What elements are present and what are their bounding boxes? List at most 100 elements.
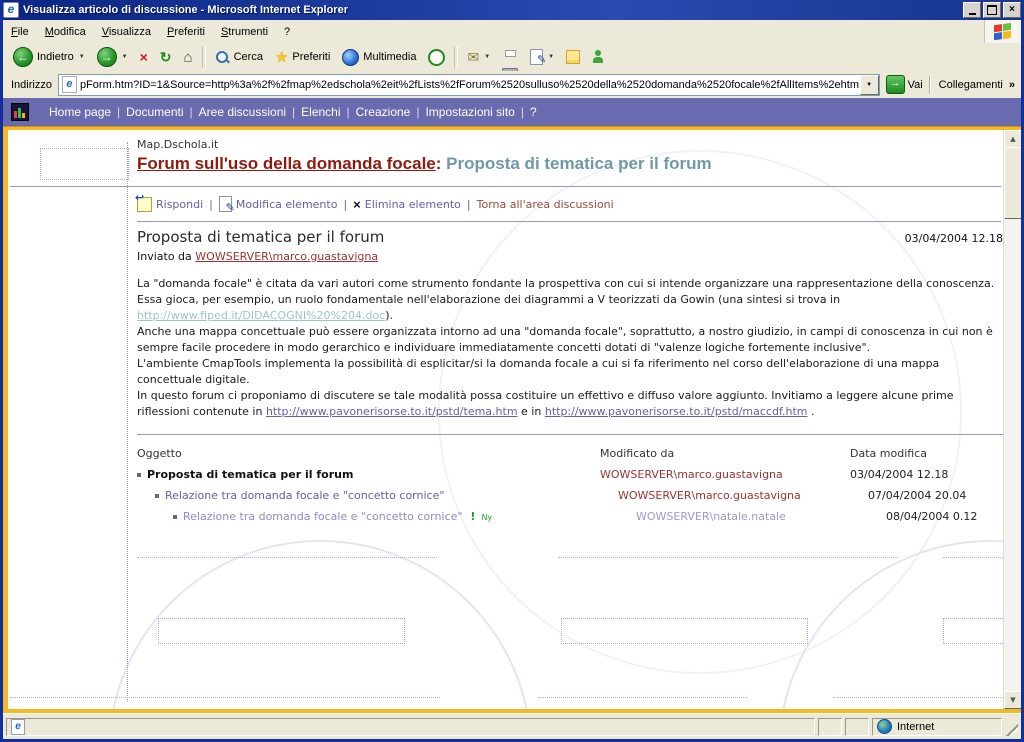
nav-creazione[interactable]: Creazione <box>350 105 417 119</box>
thread-author-link[interactable]: WOWSERVER\marco.guastavigna <box>618 485 868 506</box>
print-button[interactable] <box>496 48 524 66</box>
mail-button[interactable]: ✉ ▼ <box>461 48 496 66</box>
media-button[interactable]: Multimedia <box>336 47 422 68</box>
print-icon <box>502 50 518 64</box>
menu-help[interactable]: ? <box>276 23 298 41</box>
home-button[interactable]: ⌂ <box>178 48 199 67</box>
messenger-button[interactable] <box>586 48 610 66</box>
thread-author-link[interactable]: WOWSERVER\natale.natale <box>636 506 886 527</box>
nav-help[interactable]: ? <box>524 105 543 119</box>
table-header-row: Oggetto Modificato da Data modifica <box>137 443 1003 464</box>
minimize-button[interactable] <box>963 2 981 18</box>
document-icon: e <box>11 719 25 735</box>
thread-subject-link[interactable]: Relazione tra domanda focale e "concetto… <box>183 506 462 527</box>
nav-documenti[interactable]: Documenti <box>120 105 189 119</box>
windows-logo-throbber <box>984 20 1021 43</box>
nav-impostazioni-sito[interactable]: Impostazioni sito <box>419 105 520 119</box>
address-dropdown-button[interactable]: ▼ <box>860 75 879 95</box>
favorites-button[interactable]: ★ Preferiti <box>269 48 336 67</box>
bullet-icon <box>173 515 177 519</box>
menu-preferiti[interactable]: Preferiti <box>159 23 213 41</box>
reply-link[interactable]: ↩ Rispondi <box>137 197 203 212</box>
menu-file[interactable]: File <box>3 23 37 41</box>
history-icon <box>428 49 445 66</box>
address-label: Indirizzo <box>5 79 58 91</box>
favorites-star-icon: ★ <box>275 50 288 65</box>
thread-date: 03/04/2004 12.18 <box>850 464 1003 485</box>
table-row: Relazione tra domanda focale e "concetto… <box>137 485 1003 506</box>
nav-home-page[interactable]: Home page <box>43 105 117 119</box>
scrollbar-thumb[interactable] <box>1004 147 1021 219</box>
new-item-icon: ! <box>470 506 475 527</box>
edit-dropdown-icon[interactable]: ▼ <box>548 54 554 60</box>
body-text: . <box>808 405 815 418</box>
menu-strumenti[interactable]: Strumenti <box>213 23 276 41</box>
divider <box>10 186 1001 187</box>
stop-button[interactable]: × <box>134 48 154 66</box>
forum-title-link[interactable]: Forum sull'uso della domanda focale <box>137 154 436 173</box>
back-to-discussions-link[interactable]: Torna all'area discussioni <box>477 198 614 211</box>
discuss-icon <box>566 50 580 64</box>
maximize-button[interactable] <box>983 2 1001 18</box>
layout-guide-box <box>158 618 405 644</box>
menu-modifica[interactable]: Modifica <box>37 23 94 41</box>
address-bar: Indirizzo e pForm.htm?ID=1&Source=http%3… <box>3 71 1021 99</box>
post-author-link[interactable]: WOWSERVER\marco.guastavigna <box>195 250 378 263</box>
body-text: Anche una mappa concettuale può essere o… <box>137 325 993 354</box>
back-dropdown-icon[interactable]: ▼ <box>79 54 85 60</box>
pavonerisorse-maccdf-link[interactable]: http://www.pavonerisorse.to.it/pstd/macc… <box>545 405 808 418</box>
links-chevron-icon[interactable]: » <box>1009 79 1015 91</box>
pencil-icon: ✎ <box>537 55 546 66</box>
favorites-label: Preferiti <box>292 51 330 63</box>
maximize-icon <box>987 5 997 15</box>
scroll-down-button[interactable]: ▼ <box>1004 691 1021 709</box>
pavonerisorse-tema-link[interactable]: http://www.pavonerisorse.to.it/pstd/tema… <box>266 405 518 418</box>
edit-item-label: Modifica elemento <box>236 198 338 211</box>
new-item-label: Ny <box>481 507 492 528</box>
forward-button[interactable]: → ▼ <box>91 45 134 69</box>
layout-guide-box <box>943 618 1005 644</box>
ie-logo-icon: e <box>3 2 19 18</box>
vertical-scrollbar[interactable]: ▲ ▼ <box>1003 130 1021 709</box>
edit-button[interactable]: ✎ ▼ <box>524 47 560 67</box>
home-icon: ⌂ <box>184 50 193 65</box>
refresh-button[interactable]: ↻ <box>154 48 178 66</box>
stop-icon: × <box>140 50 148 64</box>
scroll-up-button[interactable]: ▲ <box>1004 130 1021 148</box>
menu-visualizza[interactable]: Visualizza <box>94 23 159 41</box>
forward-dropdown-icon[interactable]: ▼ <box>122 54 128 60</box>
thread-author-link[interactable]: WOWSERVER\marco.guastavigna <box>600 464 850 485</box>
thread-subject-link[interactable]: Relazione tra domanda focale e "concetto… <box>165 485 444 506</box>
post-title: Proposta di tematica per il forum <box>137 228 905 246</box>
mail-dropdown-icon[interactable]: ▼ <box>484 54 490 60</box>
page-header: Map.Dschola.it Forum sull'uso della doma… <box>137 138 712 174</box>
close-button[interactable]: × <box>1003 2 1021 18</box>
body-text: ). <box>385 309 393 322</box>
go-button[interactable]: → Vai <box>880 75 929 94</box>
address-input[interactable]: e pForm.htm?ID=1&Source=http%3a%2f%2fmap… <box>58 74 880 96</box>
delete-item-link[interactable]: × Elimina elemento <box>353 198 461 211</box>
layout-guide-line <box>538 697 748 698</box>
sent-by-label: Inviato da <box>137 250 195 263</box>
topic-title: Proposta di tematica per il forum <box>441 154 711 173</box>
nav-elenchi[interactable]: Elenchi <box>295 105 346 119</box>
fiped-link[interactable]: http://www.fiped.it/DIDACOGNI%20%204.doc <box>137 309 385 322</box>
zone-label: Internet <box>897 721 934 733</box>
nav-aree-discussioni[interactable]: Aree discussioni <box>193 105 292 119</box>
back-button[interactable]: ← Indietro ▼ <box>7 45 91 69</box>
history-button[interactable] <box>422 47 451 68</box>
address-url[interactable]: pForm.htm?ID=1&Source=http%3a%2f%2fmap%2… <box>80 79 860 91</box>
search-button[interactable]: Cerca <box>209 48 269 67</box>
discuss-button[interactable] <box>560 48 586 66</box>
layout-guide-line <box>137 557 437 558</box>
post-article: Proposta di tematica per il forum 03/04/… <box>137 228 1003 528</box>
edit-item-link[interactable]: ✎ Modifica elemento <box>219 196 338 212</box>
delete-icon: × <box>353 198 361 211</box>
resize-grip[interactable] <box>1005 718 1018 736</box>
links-toolbar[interactable]: Collegamenti » <box>929 76 1019 94</box>
site-nav-bar: Home page| Documenti| Aree discussioni| … <box>3 98 1021 126</box>
windows-flag-icon <box>994 22 1012 41</box>
layout-guide-line <box>127 142 128 702</box>
site-logo-icon <box>11 103 29 121</box>
pencil-icon: ✎ <box>226 202 235 213</box>
